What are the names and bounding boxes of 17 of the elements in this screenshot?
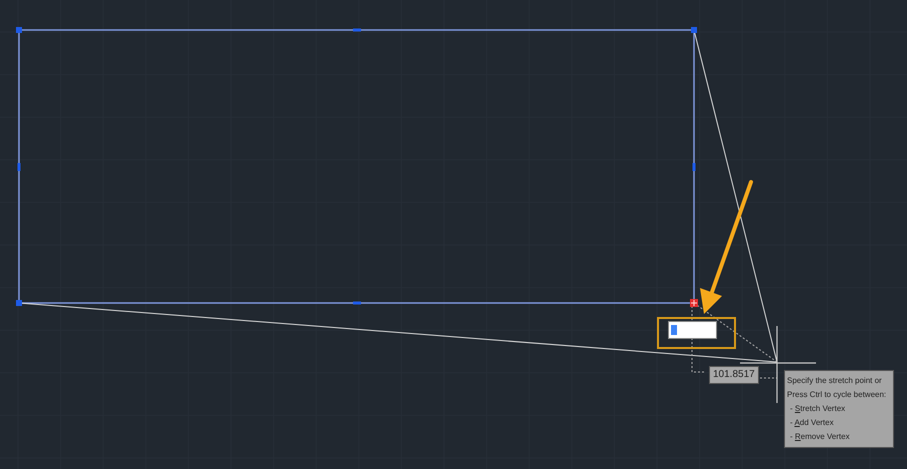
grip-icon[interactable] [691, 27, 697, 33]
tooltip-text: Specify the stretch point or [787, 375, 883, 387]
tooltip-option: - Remove Vertex [787, 431, 891, 443]
grip-icon[interactable] [353, 28, 361, 32]
tooltip-text: Press Ctrl to cycle between: [787, 389, 888, 401]
drawing-canvas[interactable]: 101.8517 Specify the stretch point or Press Ctrl to cycle between: - Stretch Vertex - Add Vertex - Remove Vertex [0, 0, 907, 469]
dimension-value: 101.8517 [709, 366, 759, 384]
grip-icon[interactable] [692, 163, 696, 171]
grip-icon[interactable] [16, 300, 22, 306]
input-field[interactable] [668, 321, 717, 339]
text-cursor-icon [671, 325, 677, 335]
tooltip-option: - Stretch Vertex [787, 403, 891, 415]
grip-icon[interactable] [16, 27, 22, 33]
grip-icon[interactable] [353, 302, 361, 304]
hot-grip-icon[interactable] [690, 299, 698, 307]
tooltip-option: - Add Vertex [787, 417, 891, 429]
grip-icon[interactable] [18, 163, 20, 171]
